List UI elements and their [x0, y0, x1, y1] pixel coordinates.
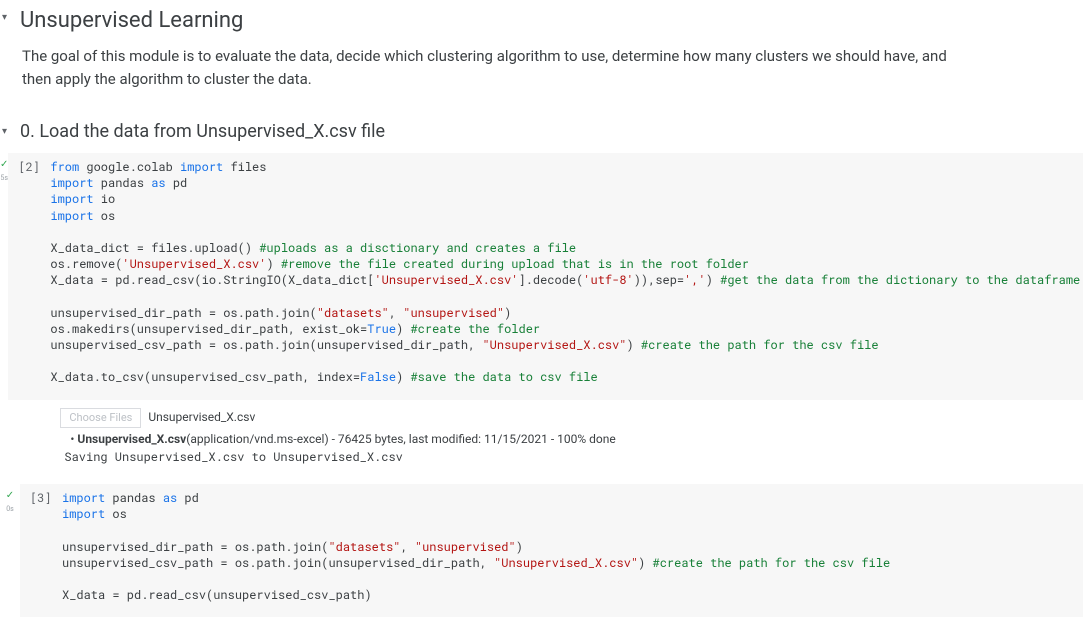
section-title: Unsupervised Learning: [20, 4, 243, 37]
section-header-unsupervised[interactable]: ▾ Unsupervised Learning: [0, 0, 1083, 41]
upload-status-line: • Unsupervised_X.csv(application/vnd.ms-…: [70, 430, 1080, 448]
collapse-arrow-icon[interactable]: ▾: [2, 124, 12, 139]
exec-count: [2]: [18, 159, 50, 386]
code-content[interactable]: import pandas as pd import os unsupervis…: [62, 490, 1073, 603]
cell-gutter: ✓ 0s: [0, 484, 20, 617]
code-input-area[interactable]: [3] import pandas as pd import os unsupe…: [20, 484, 1083, 617]
exec-count: [3]: [30, 490, 62, 603]
exec-time: 0s: [0, 504, 20, 515]
code-cell: ✓ 5s [2] from google.colab import files …: [0, 153, 1083, 480]
uploaded-file-name: Unsupervised_X.csv: [148, 410, 255, 424]
collapse-arrow-icon[interactable]: ▾: [2, 10, 12, 25]
exec-time: 5s: [0, 173, 8, 184]
check-icon: ✓: [6, 490, 14, 501]
section-header-load[interactable]: ▾ 0. Load the data from Unsupervised_X.c…: [0, 114, 1083, 149]
code-input-area[interactable]: [2] from google.colab import files impor…: [8, 153, 1083, 400]
check-icon: ✓: [0, 159, 8, 170]
code-cell: ✓ 0s [3] import pandas as pd import os u…: [0, 484, 1083, 617]
cell-gutter: ✓ 5s: [0, 153, 8, 480]
saving-line: Saving Unsupervised_X.csv to Unsupervise…: [64, 448, 1080, 466]
section-title: 0. Load the data from Unsupervised_X.csv…: [20, 118, 385, 145]
choose-files-button[interactable]: Choose Files: [60, 408, 141, 429]
section-body-unsupervised: The goal of this module is to evaluate t…: [0, 41, 960, 114]
cell-output: Choose Files Unsupervised_X.csv • Unsupe…: [8, 400, 1083, 481]
code-content[interactable]: from google.colab import files import pa…: [50, 159, 1080, 386]
